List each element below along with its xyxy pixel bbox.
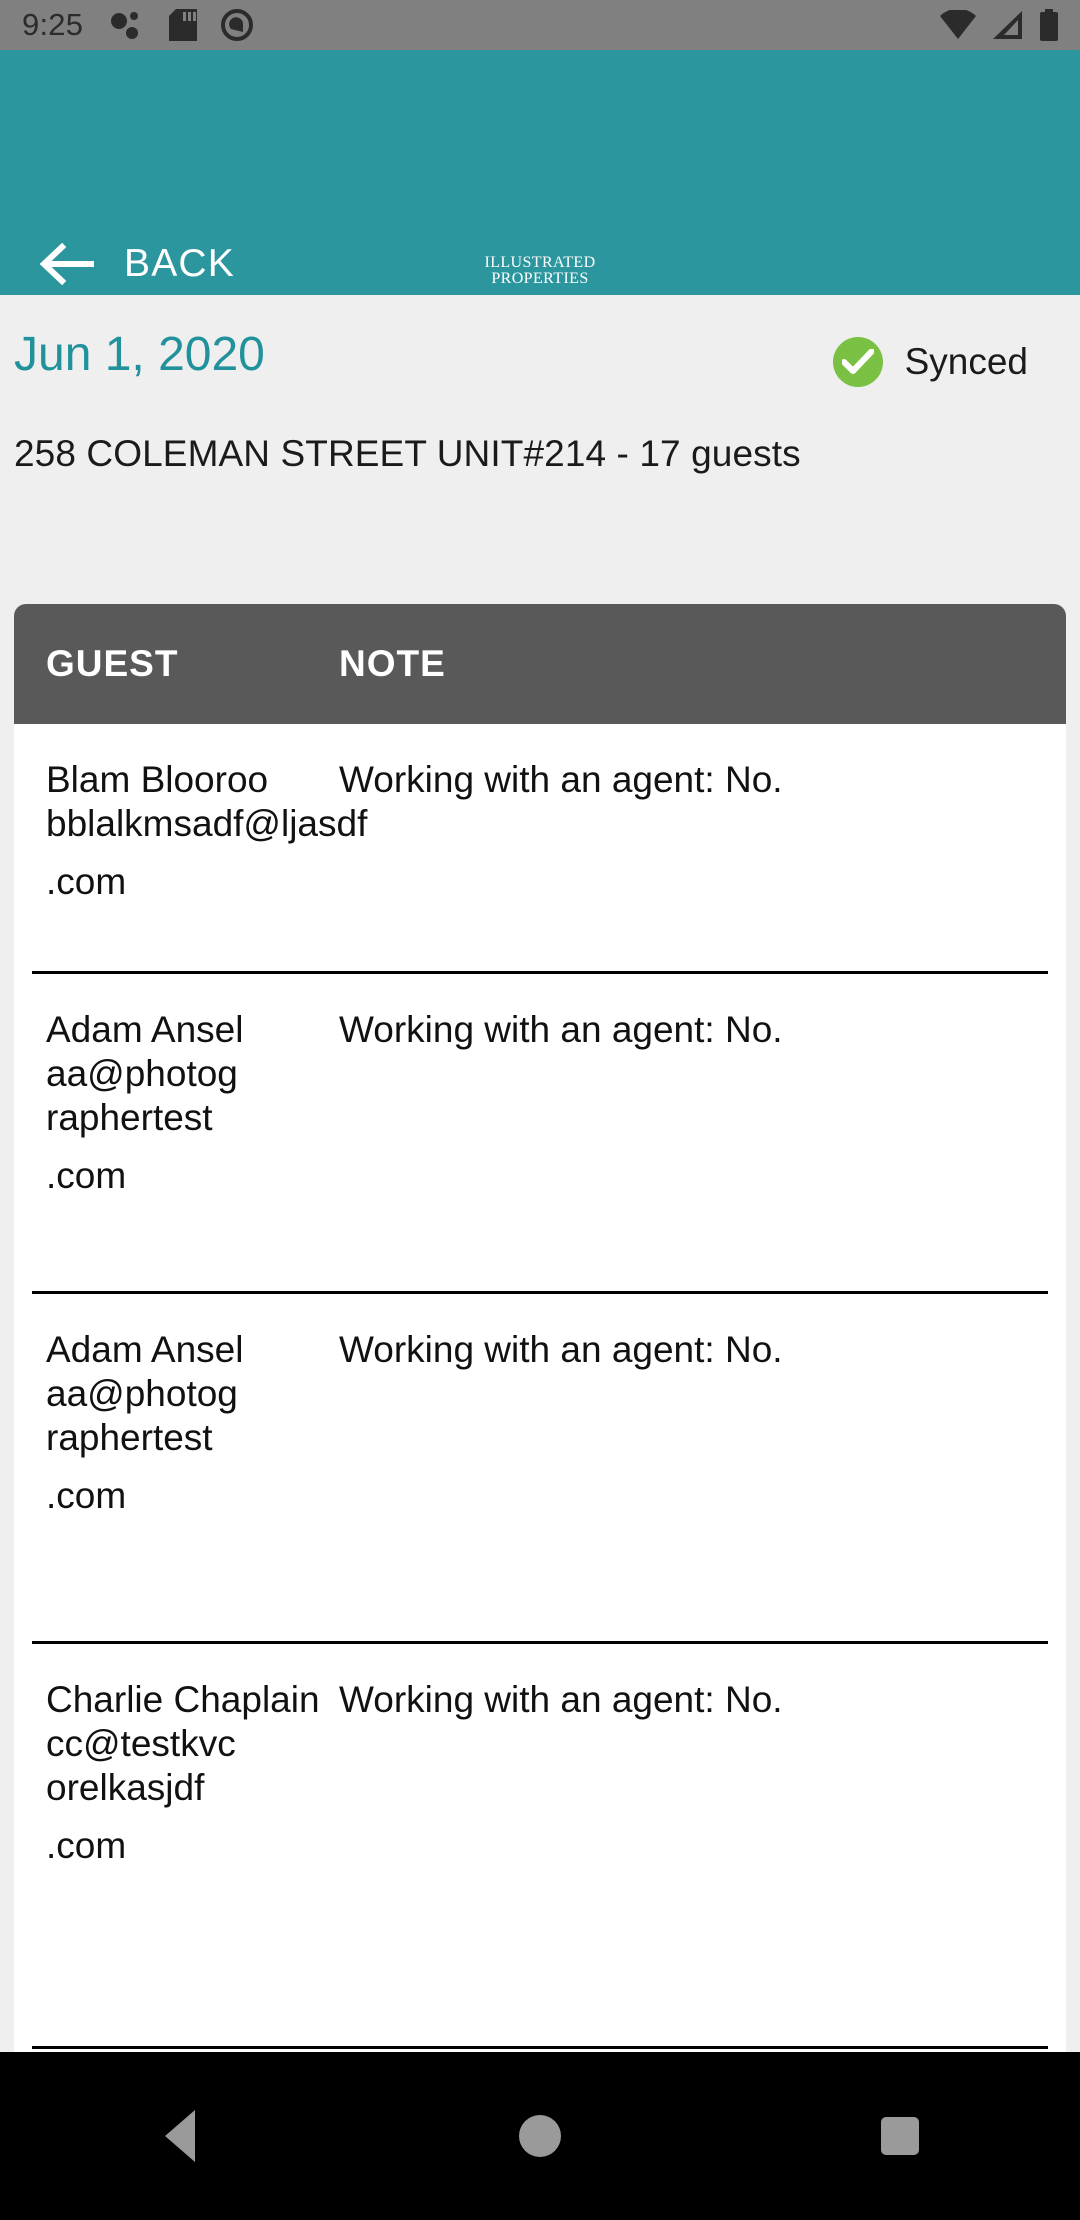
cell-guest: Adam Ansel aa@photog raphertest .com bbox=[14, 1008, 334, 1294]
sync-status: Synced bbox=[832, 337, 1028, 387]
nav-recents-icon bbox=[881, 2117, 919, 2155]
nav-recents-button[interactable] bbox=[830, 2086, 970, 2186]
app-screen: 9:25 BACK ILLUSTRATED PROPERTIES Jun 1, … bbox=[0, 0, 1080, 2220]
cell-guest: Adam Ansel aa@photog raphertest .com bbox=[14, 1328, 334, 1644]
android-navigation-bar bbox=[0, 2052, 1080, 2220]
cell-note: Working with an agent: No. bbox=[334, 1008, 1066, 1294]
guest-email-line: .com bbox=[46, 1475, 127, 1517]
guest-email-line: raphertest bbox=[46, 1417, 213, 1459]
table-row[interactable]: Blam Blooroo bblalkmsadf@ljasdf .com Wor… bbox=[14, 724, 1066, 974]
brand-logo-line-2: PROPERTIES bbox=[491, 270, 589, 288]
table-row[interactable]: Charlie Chaplain cc@testkvc orelkasjdf .… bbox=[14, 1644, 1066, 2049]
content-area: Jun 1, 2020 Synced 258 COLEMAN STREET UN… bbox=[0, 295, 1080, 475]
property-address: 258 COLEMAN STREET UNIT#214 - 17 guests bbox=[14, 433, 801, 474]
nav-home-button[interactable] bbox=[470, 2086, 610, 2186]
brand-logo-line-1: ILLUSTRATED bbox=[484, 254, 596, 271]
table-header-row: GUEST NOTE bbox=[14, 604, 1066, 724]
guest-email-line: bblalkmsadf@ljasdf bbox=[46, 803, 368, 845]
guest-note: Working with an agent: No. bbox=[339, 1009, 783, 1050]
guest-note: Working with an agent: No. bbox=[339, 1679, 783, 1720]
battery-icon bbox=[1040, 9, 1058, 41]
guest-email-line: .com bbox=[46, 861, 127, 903]
guest-table: GUEST NOTE Blam Blooroo bblalkmsadf@ljas… bbox=[14, 604, 1066, 2052]
table-row[interactable]: Adam Ansel aa@photog raphertest .com Wor… bbox=[14, 974, 1066, 1294]
cellular-signal-icon bbox=[993, 11, 1022, 39]
guest-name: Blam Blooroo bbox=[46, 759, 269, 800]
guest-email-line: .com bbox=[46, 1825, 127, 1867]
table-row[interactable]: Adam Ansel aa@photog raphertest .com Wor… bbox=[14, 1294, 1066, 1644]
nav-back-button[interactable] bbox=[110, 2086, 250, 2186]
guest-email-line: raphertest bbox=[46, 1097, 213, 1139]
cell-note: Working with an agent: No. bbox=[334, 1678, 1066, 2049]
sync-status-label: Synced bbox=[904, 341, 1028, 382]
guest-name: Adam Ansel bbox=[46, 1009, 244, 1050]
guest-email-line: aa@photog bbox=[46, 1053, 238, 1095]
nav-back-icon bbox=[165, 2110, 195, 2162]
column-header-note: NOTE bbox=[339, 643, 446, 684]
guest-name: Charlie Chaplain bbox=[46, 1679, 320, 1720]
circle-q-icon bbox=[221, 9, 254, 41]
guest-note: Working with an agent: No. bbox=[339, 1329, 783, 1370]
status-bar-system-icons bbox=[940, 9, 1058, 41]
check-circle-icon bbox=[832, 337, 883, 387]
app-bar: BACK ILLUSTRATED PROPERTIES bbox=[0, 50, 1080, 295]
guest-email-line: orelkasjdf bbox=[46, 1767, 205, 1809]
info-row: Jun 1, 2020 Synced bbox=[0, 295, 1080, 415]
status-bar-clock: 9:25 bbox=[22, 7, 84, 42]
bubbles-icon bbox=[111, 12, 139, 39]
brand-logo: ILLUSTRATED PROPERTIES bbox=[0, 254, 1080, 288]
guest-email-line: cc@testkvc bbox=[46, 1723, 236, 1765]
cell-note: Working with an agent: No. bbox=[334, 758, 1066, 974]
column-header-guest: GUEST bbox=[46, 643, 179, 684]
wifi-icon bbox=[940, 10, 976, 39]
status-bar: 9:25 bbox=[0, 0, 1080, 50]
guest-note: Working with an agent: No. bbox=[339, 759, 783, 800]
sd-card-icon bbox=[169, 9, 198, 41]
status-bar-notification-icons bbox=[111, 9, 254, 41]
cell-guest: Charlie Chaplain cc@testkvc orelkasjdf .… bbox=[14, 1678, 334, 2049]
page-title-date: Jun 1, 2020 bbox=[14, 328, 265, 381]
guest-name: Adam Ansel bbox=[46, 1329, 244, 1370]
nav-home-icon bbox=[519, 2115, 561, 2157]
guest-email-line: .com bbox=[46, 1155, 127, 1197]
cell-guest: Blam Blooroo bblalkmsadf@ljasdf .com bbox=[14, 758, 368, 974]
cell-note: Working with an agent: No. bbox=[334, 1328, 1066, 1644]
row-divider bbox=[32, 2046, 1048, 2049]
guest-email-line: aa@photog bbox=[46, 1373, 238, 1415]
